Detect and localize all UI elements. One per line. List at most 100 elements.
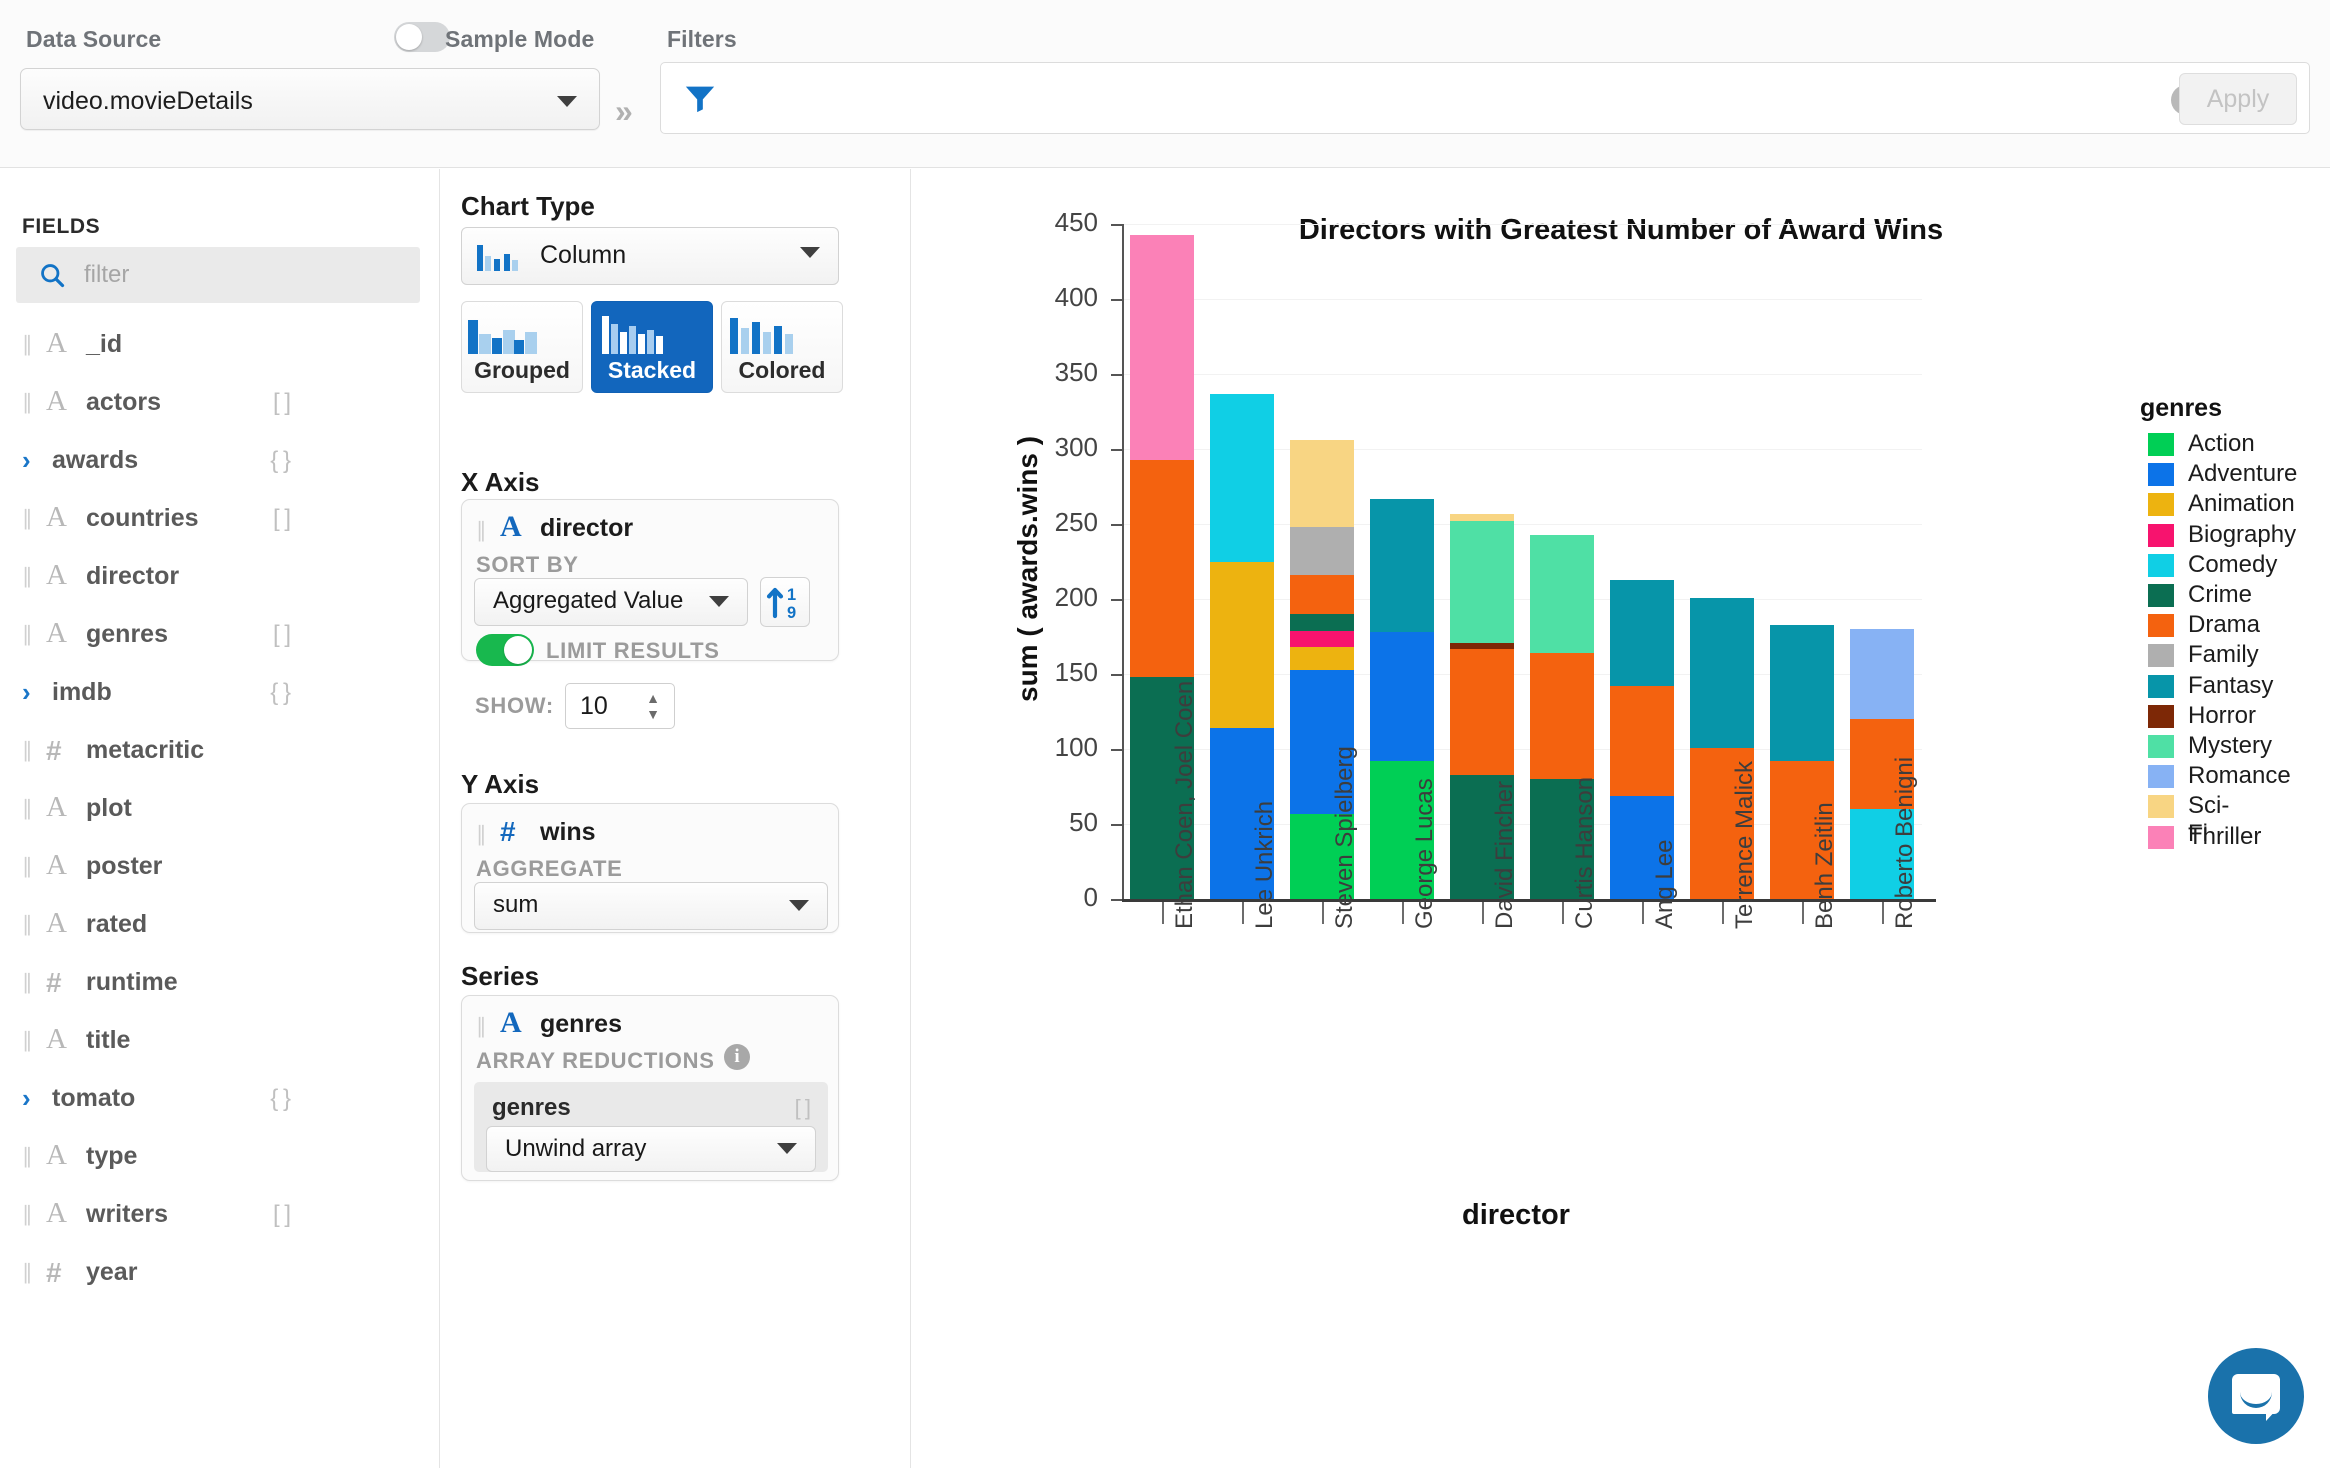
drag-handle-icon[interactable]: ∥: [22, 508, 36, 530]
bar-segment-fantasy[interactable]: [1690, 598, 1754, 748]
fields-filter-input[interactable]: filter: [16, 247, 420, 303]
data-source-select[interactable]: video.movieDetails: [20, 68, 600, 130]
drag-handle-icon[interactable]: ∥: [22, 1204, 36, 1226]
field-row-_id[interactable]: ∥A_id: [0, 317, 440, 375]
drag-handle-icon[interactable]: ∥: [22, 972, 36, 994]
array-reduction-block: genres [ ] Unwind array: [474, 1082, 828, 1172]
field-row-plot[interactable]: ∥Aplot: [0, 781, 440, 839]
x-category-label: George Lucas: [1411, 778, 1439, 929]
bar-segment-biography[interactable]: [1290, 631, 1354, 648]
colored-chart-icon: [722, 312, 802, 358]
sort-by-select[interactable]: Aggregated Value: [474, 578, 748, 626]
text-type-icon: A: [46, 907, 67, 940]
chart-type-select[interactable]: Column: [461, 227, 839, 285]
sort-direction-button[interactable]: 1 9: [760, 577, 810, 627]
show-count-value: 10: [580, 692, 608, 721]
field-row-rated[interactable]: ∥Arated: [0, 897, 440, 955]
drag-handle-icon[interactable]: ∥: [22, 1262, 36, 1284]
bar-segment-adventure[interactable]: [1370, 632, 1434, 761]
chart-variant-colored-button[interactable]: Colored: [721, 301, 843, 393]
show-count-input[interactable]: 10 ▲▼: [565, 683, 675, 729]
bar-segment-animation[interactable]: [1210, 562, 1274, 729]
bar-segment-thriller[interactable]: [1130, 235, 1194, 460]
bar-segment-drama[interactable]: [1530, 653, 1594, 779]
bar-segment-comedy[interactable]: [1210, 394, 1274, 562]
limit-results-toggle[interactable]: [476, 634, 534, 666]
y-tick-mark: [1111, 224, 1122, 226]
aggregate-label: AGGREGATE: [476, 856, 622, 882]
field-row-director[interactable]: ∥Adirector: [0, 549, 440, 607]
reduction-select[interactable]: Unwind array: [486, 1126, 816, 1172]
drag-handle-icon[interactable]: ∥: [476, 822, 488, 847]
field-row-type[interactable]: ∥Atype: [0, 1129, 440, 1187]
chart-type-value: Column: [540, 241, 626, 270]
x-axis-label: director: [1462, 1199, 1570, 1232]
drag-handle-icon[interactable]: ∥: [22, 392, 36, 414]
bar-segment-fantasy[interactable]: [1610, 580, 1674, 687]
field-row-awards[interactable]: ›awards{ }: [0, 433, 440, 491]
x-axis-title: X Axis: [461, 467, 540, 498]
drag-handle-icon[interactable]: ∥: [22, 1146, 36, 1168]
bar-segment-drama[interactable]: [1610, 686, 1674, 796]
bar-segment-drama[interactable]: [1290, 575, 1354, 614]
bar-segment-drama[interactable]: [1450, 649, 1514, 775]
drag-handle-icon[interactable]: ∥: [22, 740, 36, 762]
drag-handle-icon[interactable]: ∥: [476, 518, 488, 543]
expand-icon[interactable]: ›: [22, 445, 31, 476]
field-row-metacritic[interactable]: ∥#metacritic: [0, 723, 440, 781]
bar-segment-fantasy[interactable]: [1370, 499, 1434, 633]
stepper-icon[interactable]: ▲▼: [644, 690, 662, 724]
field-row-actors[interactable]: ∥Aactors[ ]: [0, 375, 440, 433]
chart-variant-stacked-button[interactable]: Stacked: [591, 301, 713, 393]
bar-segment-family[interactable]: [1290, 527, 1354, 575]
bar-segment-animation[interactable]: [1290, 647, 1354, 670]
bar-segment-mystery[interactable]: [1450, 521, 1514, 643]
field-row-title[interactable]: ∥Atitle: [0, 1013, 440, 1071]
chart-variant-grouped-button[interactable]: Grouped: [461, 301, 583, 393]
bar-segment-sci-fi[interactable]: [1290, 440, 1354, 527]
legend-title: genres: [2140, 394, 2222, 423]
field-row-writers[interactable]: ∥Awriters[ ]: [0, 1187, 440, 1245]
chart-panel: Directors with Greatest Number of Award …: [912, 169, 2330, 1468]
expand-icon[interactable]: ›: [22, 677, 31, 708]
chart-type-title: Chart Type: [461, 191, 595, 222]
bar-segment-romance[interactable]: [1850, 629, 1914, 719]
bar-segment-fantasy[interactable]: [1770, 625, 1834, 762]
field-row-genres[interactable]: ∥Agenres[ ]: [0, 607, 440, 665]
grouped-chart-icon: [462, 312, 542, 358]
info-icon[interactable]: i: [724, 1044, 750, 1070]
drag-handle-icon[interactable]: ∥: [476, 1014, 488, 1039]
field-row-year[interactable]: ∥#year: [0, 1245, 440, 1303]
sample-mode-toggle[interactable]: [394, 22, 450, 52]
field-row-imdb[interactable]: ›imdb{ }: [0, 665, 440, 723]
bar-segment-horror[interactable]: [1450, 643, 1514, 649]
field-row-poster[interactable]: ∥Aposter: [0, 839, 440, 897]
field-row-tomato[interactable]: ›tomato{ }: [0, 1071, 440, 1129]
drag-handle-icon[interactable]: ∥: [22, 566, 36, 588]
bar-segment-crime[interactable]: [1290, 614, 1354, 631]
expand-icon[interactable]: ›: [22, 1083, 31, 1114]
drag-handle-icon[interactable]: ∥: [22, 798, 36, 820]
field-row-countries[interactable]: ∥Acountries[ ]: [0, 491, 440, 549]
bar-segment-sci-fi[interactable]: [1450, 514, 1514, 522]
sort-by-value: Aggregated Value: [493, 587, 683, 615]
drag-handle-icon[interactable]: ∥: [22, 914, 36, 936]
expand-chevrons-icon[interactable]: »: [615, 95, 633, 127]
field-row-runtime[interactable]: ∥#runtime: [0, 955, 440, 1013]
drag-handle-icon[interactable]: ∥: [22, 856, 36, 878]
x-tick-mark: [1642, 902, 1644, 924]
x-axis-field-name: director: [540, 514, 633, 543]
bar-segment-drama[interactable]: [1130, 460, 1194, 678]
apply-button[interactable]: Apply: [2179, 73, 2297, 125]
drag-handle-icon[interactable]: ∥: [22, 334, 36, 356]
bar-segment-mystery[interactable]: [1530, 535, 1594, 654]
drag-handle-icon[interactable]: ∥: [22, 624, 36, 646]
aggregate-select[interactable]: sum: [474, 882, 828, 930]
drag-handle-icon[interactable]: ∥: [22, 1030, 36, 1052]
filters-input[interactable]: ✕ Apply: [660, 62, 2310, 134]
chat-widget-button[interactable]: [2208, 1348, 2304, 1444]
y-tick-mark: [1111, 524, 1122, 526]
x-category-label: Ethan Coen, Joel Coen: [1171, 681, 1199, 929]
filter-icon: [683, 81, 717, 115]
field-name: runtime: [86, 968, 178, 997]
